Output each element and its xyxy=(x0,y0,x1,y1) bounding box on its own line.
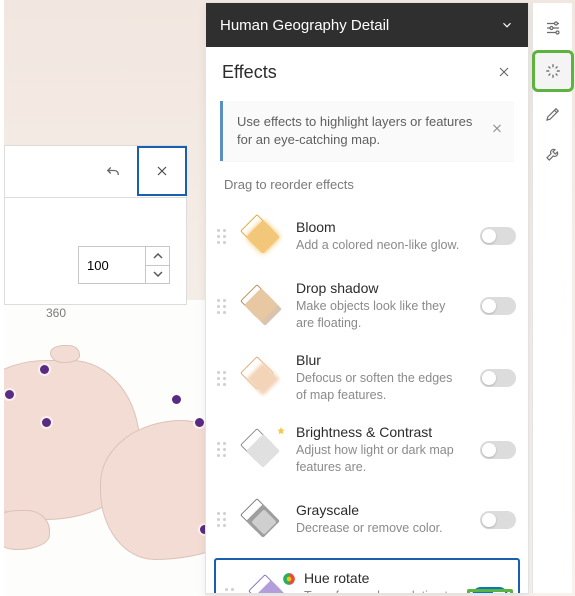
effect-row-brightness-contrast[interactable]: Brightness & Contrast Adjust how light o… xyxy=(206,414,528,486)
tip-close-button[interactable] xyxy=(490,122,504,141)
rotation-control: 360 xyxy=(4,145,187,305)
effects-sparkle-icon[interactable] xyxy=(535,53,571,89)
brightness-contrast-icon xyxy=(238,426,286,474)
effect-toggle[interactable] xyxy=(480,441,516,459)
effect-toggle[interactable] xyxy=(480,227,516,245)
effect-name: Drop shadow xyxy=(296,280,464,296)
effect-toggle[interactable] xyxy=(480,511,516,529)
effect-desc: Make objects look like they are floating… xyxy=(296,298,464,332)
right-toolbar xyxy=(532,3,572,593)
effect-name: Bloom xyxy=(296,219,464,235)
effects-panel: Human Geography Detail Effects Use effec… xyxy=(206,3,528,593)
hue-rotate-icon xyxy=(246,572,294,594)
chevron-down-icon xyxy=(500,18,514,32)
effect-row-bloom[interactable]: Bloom Add a colored neon-like glow. xyxy=(206,202,528,270)
effect-toggle[interactable] xyxy=(472,587,508,594)
blur-icon xyxy=(238,354,286,402)
effect-desc: Add a colored neon-like glow. xyxy=(296,237,464,254)
effect-desc: Defocus or soften the edges of map featu… xyxy=(296,370,464,404)
wrench-icon[interactable] xyxy=(538,139,568,169)
rotation-input[interactable] xyxy=(78,246,146,284)
grayscale-icon xyxy=(238,496,286,544)
undo-button[interactable] xyxy=(95,154,131,190)
drag-handle-icon[interactable] xyxy=(222,588,236,593)
tip-text: Use effects to highlight layers or featu… xyxy=(237,114,472,147)
effect-desc: Adjust how light or dark map features ar… xyxy=(296,442,464,476)
drop-shadow-icon xyxy=(238,282,286,330)
effect-row-drop-shadow[interactable]: Drop shadow Make objects look like they … xyxy=(206,270,528,342)
drag-handle-icon[interactable] xyxy=(214,371,228,386)
drag-hint: Drag to reorder effects xyxy=(206,173,528,202)
effect-name: Brightness & Contrast xyxy=(296,424,464,440)
panel-close-button[interactable] xyxy=(496,64,512,80)
effect-name: Hue rotate xyxy=(304,570,456,586)
effect-toggle[interactable] xyxy=(480,297,516,315)
close-button[interactable] xyxy=(137,146,187,196)
stepper-down[interactable] xyxy=(146,266,169,284)
effect-name: Blur xyxy=(296,352,464,368)
effect-name: Grayscale xyxy=(296,502,464,518)
effect-row-blur[interactable]: Blur Defocus or soften the edges of map … xyxy=(206,342,528,414)
rotation-stepper[interactable] xyxy=(78,246,170,284)
effect-toggle[interactable] xyxy=(480,369,516,387)
effect-row-hue-rotate[interactable]: Hue rotate Transform colors relative to … xyxy=(214,558,520,593)
panel-header[interactable]: Human Geography Detail xyxy=(206,3,528,47)
rotation-max-label: 360 xyxy=(46,306,66,320)
pencil-icon[interactable] xyxy=(538,99,568,129)
sliders-icon[interactable] xyxy=(538,13,568,43)
effect-desc: Transform colors relative to one another… xyxy=(304,588,456,593)
panel-title: Human Geography Detail xyxy=(220,17,389,34)
drag-handle-icon[interactable] xyxy=(214,299,228,314)
bloom-icon xyxy=(238,212,286,260)
effects-list: Bloom Add a colored neon-like glow. Drop… xyxy=(206,202,528,593)
drag-handle-icon[interactable] xyxy=(214,229,228,244)
effect-desc: Decrease or remove color. xyxy=(296,520,464,537)
info-tip: Use effects to highlight layers or featu… xyxy=(220,101,514,161)
section-title: Effects xyxy=(222,62,277,83)
effect-row-grayscale[interactable]: Grayscale Decrease or remove color. xyxy=(206,486,528,554)
stepper-up[interactable] xyxy=(146,247,169,266)
drag-handle-icon[interactable] xyxy=(214,442,228,457)
drag-handle-icon[interactable] xyxy=(214,512,228,527)
